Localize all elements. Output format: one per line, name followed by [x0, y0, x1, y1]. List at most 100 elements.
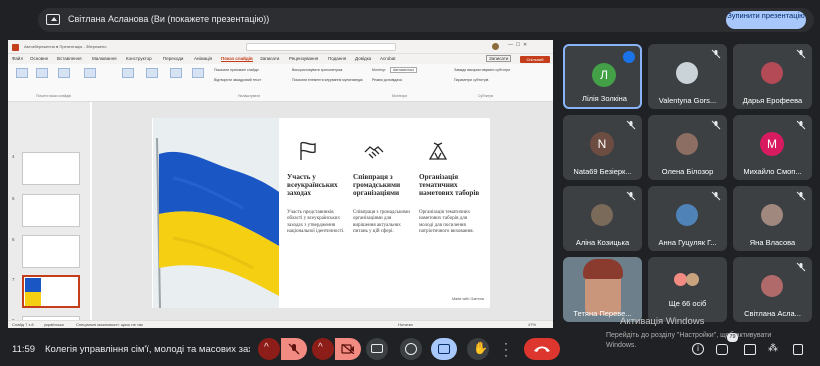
ppt-search-box[interactable]	[246, 43, 396, 51]
ppt-title-bar: Автозбереження ● Презентація - Збережено…	[8, 40, 553, 54]
from-beginning-icon[interactable]	[16, 68, 28, 78]
mic-off-icon	[796, 120, 806, 130]
custom-show-icon[interactable]	[84, 68, 96, 78]
option-always-subtitles[interactable]: Завжди використовувати субтитри	[454, 68, 510, 72]
option-hidden-slides[interactable]: Показати приховані слайди	[214, 68, 259, 72]
participants-count-badge: 79	[727, 333, 738, 342]
participant-tile[interactable]: Яна Власова	[733, 186, 812, 251]
zoom-level[interactable]: 47%	[528, 322, 536, 327]
camera-toggle-button[interactable]	[335, 338, 361, 360]
participant-tile[interactable]: Дарья Ерофеева	[733, 44, 812, 109]
participant-video-tile[interactable]: Тетяна Переве...	[563, 257, 642, 322]
column-body: Участь представників області у всеукраїн…	[287, 210, 345, 234]
participant-name: Анна Гуцуляк Г...	[658, 238, 717, 247]
avatar	[761, 62, 783, 84]
status-accessibility[interactable]: Спеціальні можливості: щось не так	[76, 322, 143, 327]
record-slideshow-icon[interactable]	[192, 68, 204, 78]
mic-off-icon	[711, 191, 721, 201]
reactions-button[interactable]	[400, 338, 422, 360]
present-button[interactable]	[431, 338, 457, 360]
from-current-icon[interactable]	[36, 68, 48, 78]
menu-transitions[interactable]: Переходи	[163, 56, 183, 61]
avatar	[686, 273, 699, 286]
monitor-select[interactable]: Автоматично	[390, 67, 418, 73]
option-narration[interactable]: Відтворити закадровий текст	[214, 78, 261, 82]
mic-off-icon	[796, 49, 806, 59]
slide-thumbnail[interactable]	[22, 235, 80, 268]
gamma-logo: Made with Gamma	[452, 297, 484, 301]
thumb-number: 4	[12, 154, 15, 159]
ppt-share-button[interactable]: Спільний доступ	[520, 56, 550, 69]
video-hair	[583, 259, 623, 279]
hangup-icon	[534, 346, 550, 352]
menu-file[interactable]: Файл	[12, 56, 23, 61]
menu-draw[interactable]: Малювання	[92, 56, 117, 61]
avatar: M	[760, 132, 784, 156]
menu-insert[interactable]: Вставлення	[57, 56, 82, 61]
ppt-menu-bar: Файл Основне Вставлення Малювання Констр…	[8, 54, 553, 64]
hide-slide-icon[interactable]	[146, 68, 158, 78]
menu-slideshow[interactable]: Показ слайдів	[221, 56, 253, 62]
rehearse-timings-icon[interactable]	[170, 68, 182, 78]
stop-presenting-button[interactable]: Зупинити презентацію	[726, 11, 806, 29]
others-tile[interactable]: Ще 66 осіб	[648, 257, 727, 322]
menu-record[interactable]: Записати	[260, 56, 279, 61]
slide-thumbnail[interactable]	[22, 152, 80, 185]
chat-icon[interactable]	[744, 344, 756, 355]
notes-button[interactable]: Нотатки	[398, 322, 413, 327]
mic-toggle-button[interactable]	[281, 338, 307, 360]
thumb-number: 7	[12, 277, 15, 282]
slide-thumbnail-selected[interactable]	[22, 275, 80, 308]
participant-tile[interactable]: Анна Гуцуляк Г...	[648, 186, 727, 251]
slide-columns: Участь у всеукраїнських заходах Участь п…	[287, 118, 487, 308]
mic-off-icon	[711, 49, 721, 59]
host-controls-icon[interactable]	[793, 344, 803, 355]
mic-off-icon	[626, 120, 636, 130]
avatar	[761, 275, 783, 297]
option-presenter-view[interactable]: Режим доповідача	[372, 78, 402, 82]
status-slide-count: Слайд 7 з 8	[12, 322, 34, 327]
participant-tile[interactable]: M Михайло Смоп...	[733, 115, 812, 180]
participant-tile[interactable]: Л Лілія Золкіна	[563, 44, 642, 109]
status-language: українська	[44, 322, 64, 327]
menu-help[interactable]: Довідка	[355, 56, 371, 61]
slide-thumbnail[interactable]	[22, 194, 80, 227]
leave-call-button[interactable]	[524, 338, 560, 360]
ribbon: Показати приховані слайди Використовуват…	[8, 64, 553, 102]
activities-icon[interactable]: ⁂	[768, 343, 778, 354]
more-options-button[interactable]: · · ·	[500, 337, 514, 361]
present-online-icon[interactable]	[58, 68, 70, 78]
participant-tile[interactable]: Valentyna Gors...	[648, 44, 727, 109]
menu-acrobat[interactable]: Acrobat	[380, 56, 396, 61]
participant-tile[interactable]: Олена Білозор	[648, 115, 727, 180]
emoji-icon	[405, 343, 417, 355]
mic-options-button[interactable]: ^	[258, 338, 280, 360]
window-controls-icon[interactable]: — ☐ ✕	[508, 42, 527, 48]
user-avatar[interactable]	[492, 43, 499, 50]
menu-animation[interactable]: Анімація	[194, 56, 212, 61]
ppt-title-text: Автозбереження ● Презентація - Збережено	[24, 44, 107, 49]
info-icon[interactable]: i	[692, 343, 704, 355]
raise-hand-button[interactable]: ✋	[467, 338, 489, 360]
participant-tile[interactable]: N Nata69 Безіерк...	[563, 115, 642, 180]
participant-tile[interactable]: Світлана Асла...	[733, 257, 812, 322]
column-title: Організація тематичних наметових таборів	[419, 173, 480, 197]
subtitle-settings[interactable]: Параметри субтитрів	[454, 78, 488, 82]
slide-thumbnails: 4 5 6 7 8	[8, 102, 90, 328]
menu-design[interactable]: Конструктор	[126, 56, 152, 61]
group-monitors: Монітори	[392, 94, 408, 98]
record-button[interactable]: Записати	[486, 55, 512, 62]
option-timings[interactable]: Використовувати хронометраж	[292, 68, 342, 72]
column-body: Співпраця з громадськими організаціями д…	[353, 210, 410, 234]
menu-review[interactable]: Рецензування	[289, 56, 318, 61]
option-media-controls[interactable]: Показати елементи керування мультимедіа	[292, 78, 363, 82]
participant-name: Аліна Козицька	[575, 238, 630, 247]
setup-slideshow-icon[interactable]	[122, 68, 134, 78]
menu-view[interactable]: Подання	[328, 56, 346, 61]
camera-options-button[interactable]: ^	[312, 338, 334, 360]
menu-home[interactable]: Основне	[30, 56, 48, 61]
monitor-label: Монітор:	[372, 68, 387, 72]
captions-button[interactable]	[366, 338, 388, 360]
participant-tile[interactable]: Аліна Козицька	[563, 186, 642, 251]
people-icon[interactable]	[716, 344, 728, 355]
